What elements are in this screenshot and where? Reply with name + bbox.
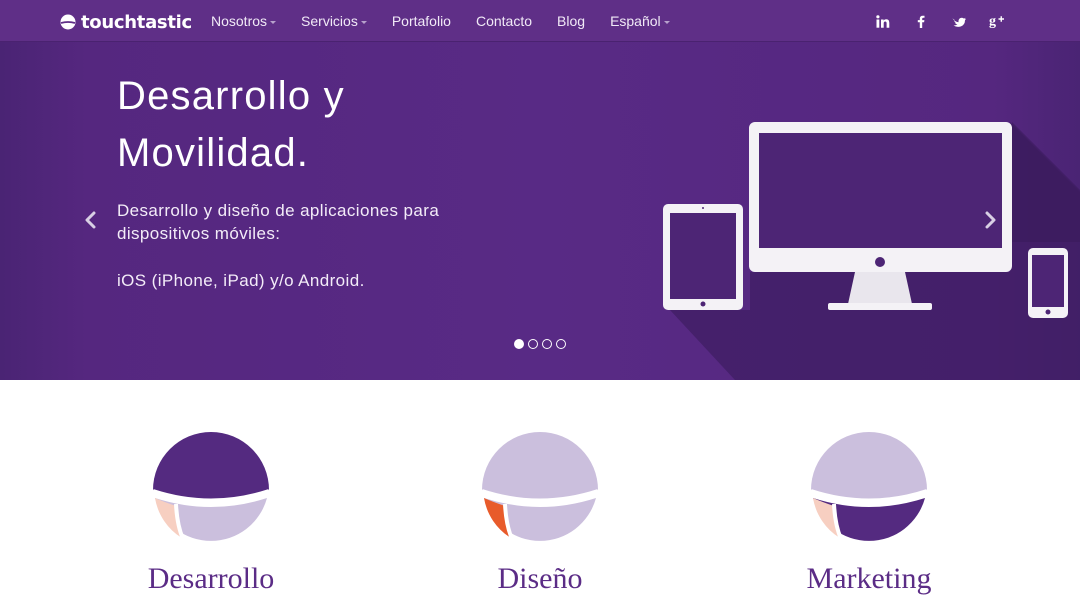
- feature-marketing[interactable]: Marketing: [759, 430, 979, 596]
- development-circle-icon: [152, 432, 270, 541]
- hero-title-line-2: Movilidad.: [117, 131, 310, 175]
- carousel-indicators: [514, 339, 570, 349]
- nav-item-label: Nosotros: [211, 13, 268, 29]
- nav-item-label: Portafolio: [391, 13, 451, 29]
- nav-item-language[interactable]: Español: [610, 13, 670, 29]
- caret-down-icon: [663, 20, 670, 24]
- facebook-icon: [917, 15, 925, 28]
- carousel-dot-4[interactable]: [556, 339, 566, 349]
- carousel-dot-2[interactable]: [528, 339, 538, 349]
- nav-item-contacto[interactable]: Contacto: [476, 13, 532, 29]
- design-circle-icon: [481, 432, 599, 541]
- nav-item-label: Español: [610, 13, 661, 29]
- brand-name: touchtastic: [81, 11, 192, 33]
- nav-item-portafolio[interactable]: Portafolio: [392, 13, 451, 29]
- linkedin-button[interactable]: [864, 0, 902, 42]
- hero-subtitle: Desarrollo y diseño de aplicaciones para…: [117, 201, 440, 243]
- nav-item-label: Servicios: [301, 13, 358, 29]
- social-links: g: [864, 0, 1016, 42]
- hero-platforms: iOS (iPhone, iPad) y/o Android.: [117, 271, 365, 290]
- nav-item-label: Blog: [557, 13, 586, 29]
- carousel-dot-3[interactable]: [542, 339, 552, 349]
- main-menu: Nosotros Servicios Portafolio Contacto B…: [211, 0, 695, 42]
- chevron-right-icon: [985, 211, 996, 229]
- twitter-button[interactable]: [940, 0, 978, 42]
- feature-diseno[interactable]: Diseño: [430, 430, 650, 596]
- hero-title: Desarrollo y Movilidad.: [117, 68, 537, 182]
- hero-title-line-1: Desarrollo y: [117, 74, 345, 118]
- nav-item-label: Contacto: [475, 13, 533, 29]
- feature-label: Diseño: [497, 562, 583, 595]
- carousel-next-button[interactable]: [980, 207, 1002, 233]
- feature-desarrollo[interactable]: Desarrollo: [101, 430, 321, 596]
- feature-label: Desarrollo: [147, 562, 275, 595]
- google-plus-icon: g: [989, 14, 1004, 28]
- top-navbar: touchtastic Nosotros Servicios Portafoli…: [0, 0, 1080, 42]
- brand-logo[interactable]: touchtastic: [60, 11, 192, 33]
- logo-mark-icon: [60, 14, 76, 30]
- svg-text:g: g: [989, 14, 996, 28]
- linkedin-icon: [876, 14, 890, 28]
- carousel-dot-1[interactable]: [514, 339, 524, 349]
- devices-illustration: [663, 122, 1080, 380]
- nav-item-servicios[interactable]: Servicios: [301, 13, 367, 29]
- google-plus-button[interactable]: g: [978, 0, 1016, 42]
- feature-label: Marketing: [806, 562, 932, 595]
- marketing-circle-icon: [810, 432, 928, 541]
- nav-item-nosotros[interactable]: Nosotros: [211, 13, 277, 29]
- chevron-left-icon: [85, 211, 96, 229]
- carousel-prev-button[interactable]: [79, 207, 101, 233]
- facebook-button[interactable]: [902, 0, 940, 42]
- caret-down-icon: [270, 20, 277, 24]
- caret-down-icon: [360, 20, 367, 24]
- hero-carousel: Desarrollo y Movilidad. Desarrollo y dis…: [0, 42, 1080, 380]
- twitter-icon: [952, 17, 966, 27]
- nav-item-blog[interactable]: Blog: [557, 13, 585, 29]
